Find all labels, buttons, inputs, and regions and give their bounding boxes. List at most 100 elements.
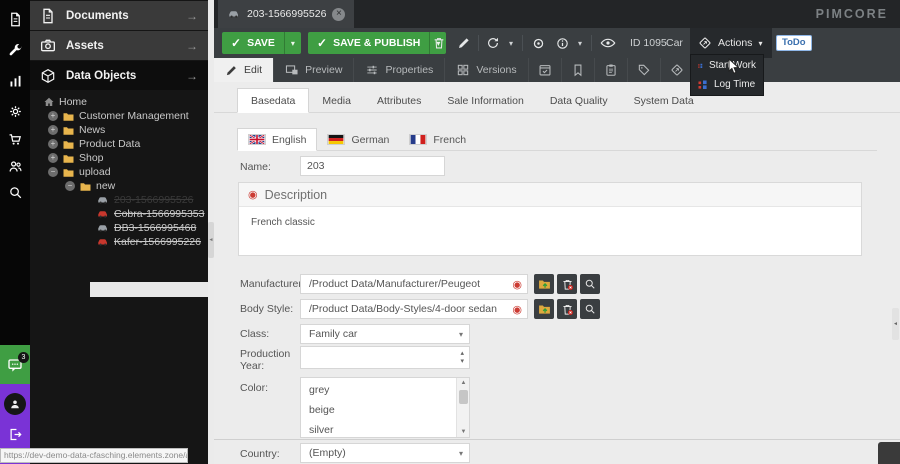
tab-tags[interactable] [628,58,661,82]
tab-notes-events[interactable] [595,58,628,82]
tab-properties[interactable]: Properties [354,58,445,82]
expand-plus-icon[interactable]: + [48,111,58,121]
collapse-minus-icon[interactable]: − [65,181,75,191]
actions-menu: Start Work Log Time [690,54,764,96]
description-editor[interactable]: French classic [239,207,861,238]
accordion-documents[interactable]: Documents → [30,1,208,30]
logout-button[interactable] [0,422,30,446]
close-tab-icon[interactable]: × [332,8,345,21]
tab-edit[interactable]: Edit [214,58,274,82]
manufacturer-open-button[interactable] [534,274,554,294]
tab-attributes[interactable]: Attributes [364,88,434,113]
tab-lang-english[interactable]: English [237,128,317,151]
menu-item-log-time[interactable]: Log Time [691,75,763,94]
name-label: Name: [240,161,271,173]
workflow-dots-icon [698,80,708,90]
color-multiselect[interactable]: grey beige silver ▲ ▼ [300,377,470,438]
folder-icon [62,167,75,178]
tab-sale-information[interactable]: Sale Information [434,88,536,113]
tab-versions[interactable]: Versions [445,58,528,82]
menu-item-start-work[interactable]: Start Work [691,56,763,75]
reload-button[interactable] [482,32,504,54]
info-caret[interactable]: ▾ [573,32,587,54]
tree-label: 203-1566995526 [114,194,193,206]
rail-reports-button[interactable] [0,67,30,95]
body-style-open-button[interactable] [534,299,554,319]
rail-search-button[interactable] [0,178,30,206]
info-button[interactable] [551,32,573,54]
tab-media[interactable]: Media [309,88,364,113]
tree-item-203[interactable]: 203-1566995526 [96,193,193,207]
accordion-assets[interactable]: Assets → [30,31,208,60]
expand-plus-icon[interactable]: + [48,139,58,149]
manufacturer-remove-button[interactable] [557,274,577,294]
country-select[interactable]: (Empty) ▾ [300,443,470,463]
rail-ecommerce-button[interactable] [0,125,30,153]
tree-item-product-data[interactable]: + Product Data [48,137,140,151]
manufacturer-search-button[interactable] [580,274,600,294]
tab-data-quality[interactable]: Data Quality [537,88,621,113]
save-button[interactable]: ✓SAVE ▾ [222,32,301,54]
home-icon [43,96,55,108]
scroll-up-icon[interactable]: ▲ [457,380,470,386]
name-input[interactable] [300,156,445,176]
rail-tools-button[interactable] [0,36,30,64]
tree-item-shop[interactable]: + Shop [48,151,104,165]
expand-plus-icon[interactable]: + [48,125,58,135]
tab-reports[interactable] [562,58,595,82]
color-label: Color: [240,382,268,394]
color-scrollbar[interactable]: ▲ ▼ [456,378,469,437]
spin-up-icon[interactable]: ▴ [460,350,464,357]
tree-item-customer-management[interactable]: + Customer Management [48,109,189,123]
car-icon [96,223,110,233]
rail-chat-button[interactable]: 3 [0,345,30,384]
accordion-data-objects[interactable]: Data Objects → [30,61,208,90]
reload-caret[interactable]: ▾ [504,32,518,54]
tree-item-db3[interactable]: DB3-1566995468 [96,221,196,235]
sidebar-collapse-handle[interactable]: ◄ [208,222,214,258]
body-style-search-button[interactable] [580,299,600,319]
monitor-icon [285,63,299,77]
expand-plus-icon[interactable]: + [48,153,58,163]
tree-item-upload[interactable]: − upload [48,165,111,179]
toolbar-separator [522,35,523,51]
save-split-caret[interactable]: ▾ [284,32,301,54]
spin-down-icon[interactable]: ▾ [460,358,464,365]
tab-preview[interactable]: Preview [274,58,354,82]
class-select[interactable]: Family car ▾ [300,324,470,344]
delete-button[interactable] [428,32,450,54]
save-publish-button[interactable]: ✓SAVE & PUBLISH ▾ [308,32,446,54]
locate-in-tree-button[interactable] [527,32,549,54]
save-publish-label: SAVE & PUBLISH [333,37,420,49]
rail-customers-button[interactable] [0,152,30,180]
manufacturer-relation-field[interactable]: /Product Data/Manufacturer/Peugeot ◉ [300,274,528,294]
production-year-spinner[interactable]: ▴ ▾ [300,346,470,369]
tab-basedata[interactable]: Basedata [237,88,309,113]
rail-settings-button[interactable] [0,97,30,125]
scroll-down-icon[interactable]: ▼ [457,429,470,435]
color-option-grey[interactable]: grey [309,384,329,396]
open-object-tab[interactable]: 203-1566995526 × [218,0,354,28]
tab-workflow[interactable] [661,58,694,82]
tab-lang-french[interactable]: French [399,128,476,151]
tab-lang-german[interactable]: German [317,128,399,151]
rail-documents-button[interactable] [0,5,30,33]
collapse-minus-icon[interactable]: − [48,167,58,177]
lang-label: German [351,134,389,146]
sidebar-splitter[interactable]: ◄ [208,0,214,464]
tree-item-new[interactable]: − new [65,179,115,193]
user-avatar[interactable] [4,393,26,415]
tree-item-home[interactable]: Home [43,95,87,109]
color-option-beige[interactable]: beige [309,404,335,416]
color-option-silver[interactable]: silver [309,424,334,436]
tree-item-kafer[interactable]: Kafer-1566995226 [96,235,201,249]
scrollbar-thumb[interactable] [459,390,468,404]
tree-item-news[interactable]: + News [48,123,105,137]
tab-schedule[interactable] [529,58,562,82]
right-collapse-handle[interactable]: ◄ [892,308,899,340]
open-preview-button[interactable] [597,32,619,54]
tree-item-cobra[interactable]: Cobra-1566995353 [96,207,205,221]
rename-button[interactable] [453,32,475,54]
body-style-remove-button[interactable] [557,299,577,319]
body-style-relation-field[interactable]: /Product Data/Body-Styles/4-door sedan ◉ [300,299,528,319]
